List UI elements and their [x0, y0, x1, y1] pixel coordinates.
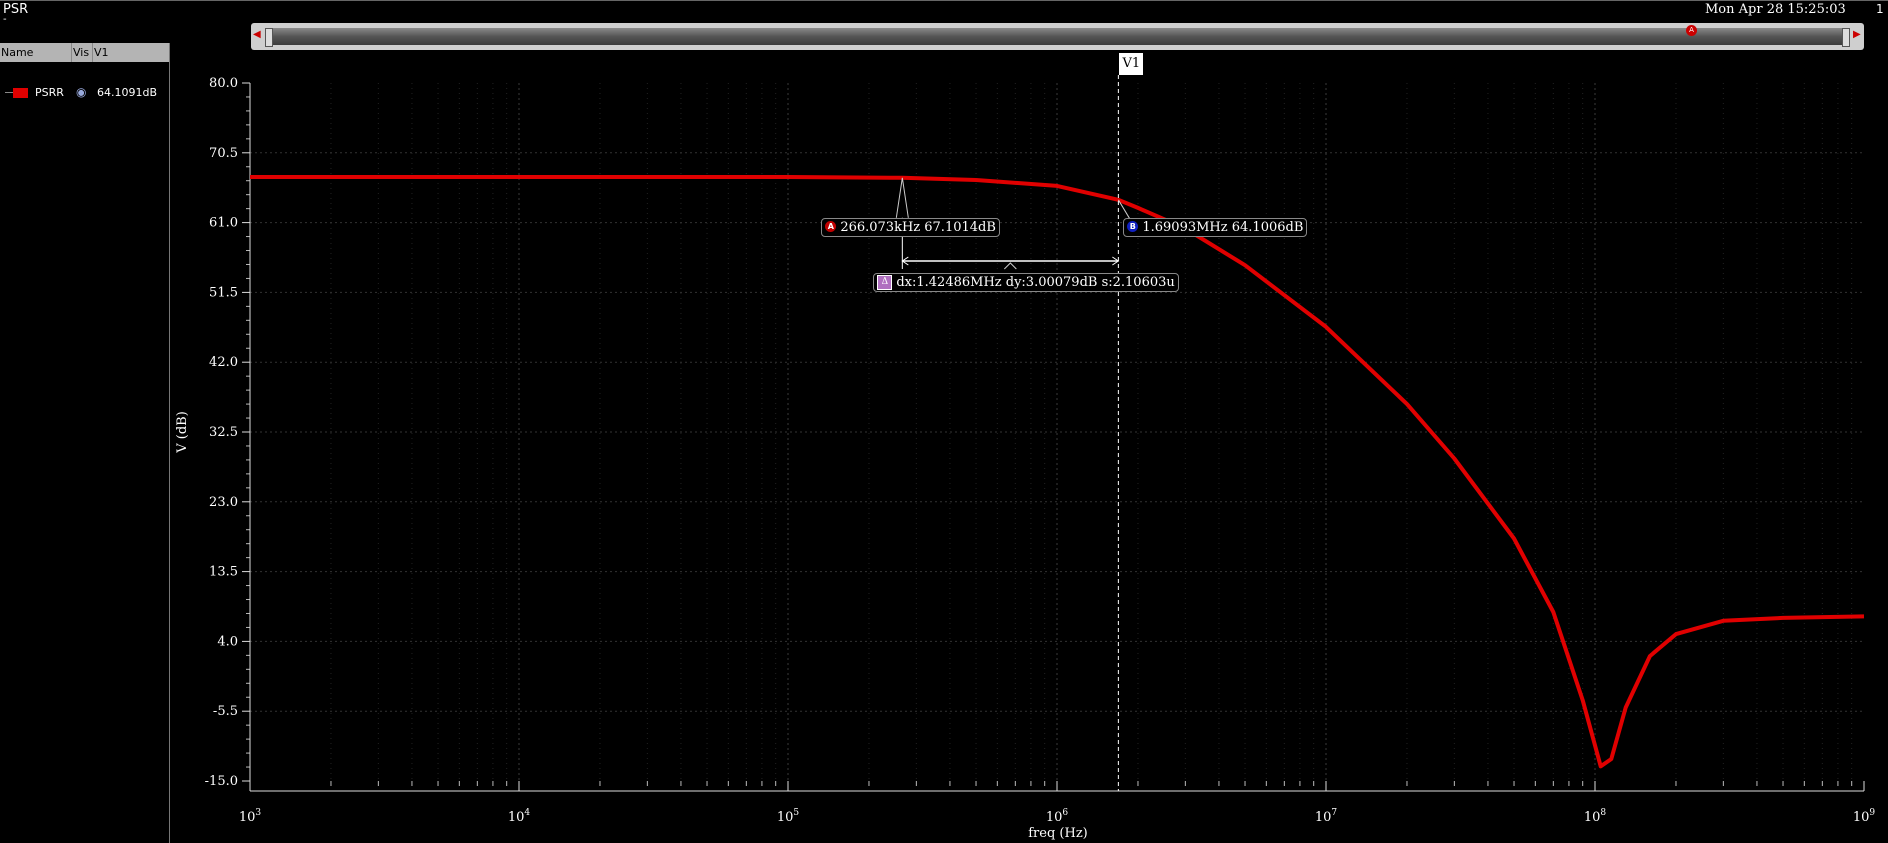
- y-tick-label: 61.0: [209, 216, 238, 231]
- vertical-cursor-label[interactable]: V1: [1119, 53, 1144, 75]
- y-tick-label: 23.0: [209, 495, 238, 510]
- x-tick-label: 105: [777, 808, 800, 825]
- x-axis-label: freq (Hz): [1028, 826, 1088, 841]
- y-tick-label: 42.0: [209, 355, 238, 370]
- delta-marker-text: dx:1.42486MHz dy:3.00079dB s:2.10603u: [896, 275, 1175, 290]
- y-axis-label: V (dB): [175, 411, 190, 454]
- x-tick-label: 104: [508, 808, 531, 825]
- y-tick-label: -15.0: [205, 774, 238, 789]
- x-tick-label: 103: [239, 808, 262, 825]
- marker-a-pointer: [895, 177, 909, 218]
- plot-area[interactable]: 80.0 70.5 61.0 51.5 42.0 32.5 23.0 13.5 4.0 -5.5 -…: [0, 0, 1888, 843]
- series-layer: [250, 175, 1865, 769]
- x-tick-label: 108: [1584, 808, 1607, 825]
- marker-b-icon: B: [1127, 220, 1139, 232]
- y-tick-label: 4.0: [217, 634, 238, 649]
- series-line-psrr: [250, 175, 1865, 769]
- marker-a-icon: A: [825, 220, 837, 232]
- delta-icon: Δ: [877, 275, 893, 290]
- y-tick-label: -5.5: [213, 704, 238, 719]
- y-tick-label: 51.5: [209, 285, 238, 300]
- y-tick-label: 13.5: [209, 565, 238, 580]
- y-tick-label: 80.0: [209, 76, 238, 91]
- axes: [242, 82, 1865, 792]
- x-tick-label: 107: [1315, 808, 1338, 825]
- marker-b-label[interactable]: B 1.69093MHz 64.1006dB: [1123, 217, 1308, 237]
- marker-b-text: 1.69093MHz 64.1006dB: [1142, 219, 1304, 235]
- delta-marker-label[interactable]: Δ dx:1.42486MHz dy:3.00079dB s:2.10603u: [873, 273, 1179, 292]
- x-tick-label: 109: [1853, 808, 1876, 825]
- marker-a-label[interactable]: A 266.073kHz 67.1014dB: [821, 217, 1000, 237]
- y-tick-label: 70.5: [209, 146, 238, 161]
- marker-a-text: 266.073kHz 67.1014dB: [840, 219, 996, 235]
- delta-pointer: [1003, 262, 1017, 270]
- x-tick-label: 106: [1046, 808, 1069, 825]
- y-tick-label: 32.5: [209, 425, 238, 440]
